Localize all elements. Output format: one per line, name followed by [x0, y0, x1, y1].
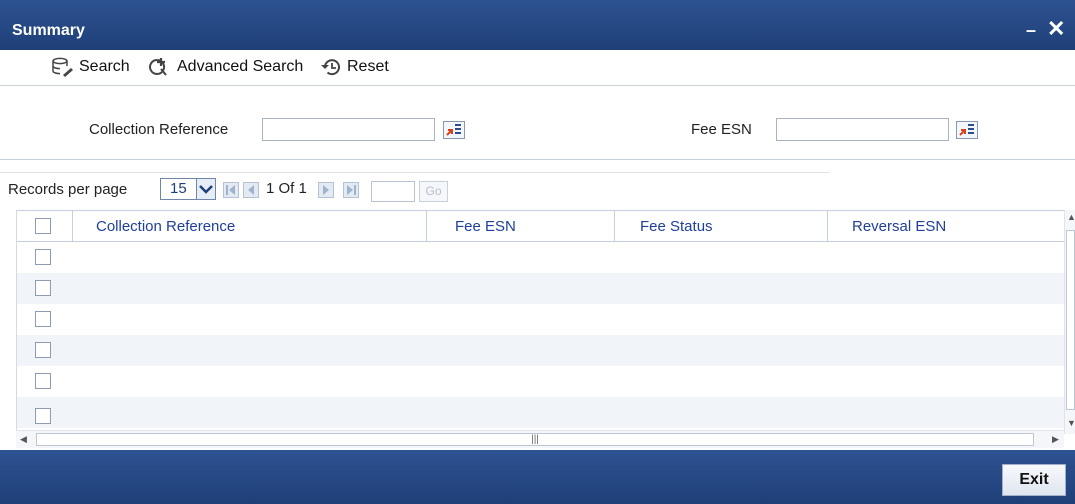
records-per-page-select[interactable]: 15: [160, 178, 216, 200]
table-row[interactable]: [17, 335, 1064, 366]
next-page-icon: [318, 182, 334, 198]
lov-icon: [446, 124, 461, 136]
search-button[interactable]: Search: [52, 57, 130, 77]
scroll-down-icon[interactable]: ▼: [1067, 418, 1075, 428]
window-titlebar: Summary – ✕: [0, 0, 1075, 50]
row-checkbox[interactable]: [35, 373, 51, 389]
last-page-icon: [343, 182, 359, 198]
vertical-scroll-thumb[interactable]: [1066, 230, 1075, 410]
close-button[interactable]: ✕: [1047, 16, 1065, 42]
table-row[interactable]: [17, 273, 1064, 304]
collection-reference-lov-button[interactable]: [443, 121, 465, 139]
row-checkbox[interactable]: [35, 311, 51, 327]
records-per-page-label: Records per page: [8, 180, 128, 198]
horizontal-scrollbar[interactable]: ◀ ||| ▶: [16, 430, 1064, 448]
first-page-button[interactable]: [223, 182, 239, 198]
advanced-search-icon: [148, 57, 172, 77]
table-row[interactable]: [17, 304, 1064, 335]
row-checkbox[interactable]: [35, 342, 51, 358]
row-checkbox[interactable]: [35, 408, 51, 424]
window-title: Summary: [12, 22, 85, 39]
column-header-fee-esn[interactable]: Fee ESN: [427, 211, 615, 242]
fee-esn-lov-button[interactable]: [956, 121, 978, 139]
toolbar: Search Advanced Search Reset: [0, 50, 1075, 86]
search-icon: [52, 57, 74, 77]
column-header-reversal-esn[interactable]: Reversal ESN: [828, 211, 1064, 242]
reset-icon: [320, 57, 342, 77]
page-info: 1 Of 1: [266, 180, 307, 197]
select-all-column: [17, 211, 73, 242]
select-all-checkbox[interactable]: [35, 218, 51, 234]
next-page-button[interactable]: [318, 182, 334, 198]
pager-divider: [0, 172, 830, 173]
pager: Records per page: [8, 178, 127, 200]
last-page-button[interactable]: [343, 182, 359, 198]
results-table: Collection Reference Fee ESN Fee Status …: [16, 210, 1064, 434]
table-row[interactable]: [17, 242, 1064, 273]
reset-label: Reset: [347, 58, 389, 75]
fee-esn-label: Fee ESN: [691, 121, 752, 138]
dropdown-arrow-icon: [195, 179, 215, 199]
table-header: Collection Reference Fee ESN Fee Status …: [17, 210, 1064, 242]
table-row[interactable]: [17, 366, 1064, 397]
row-checkbox[interactable]: [35, 249, 51, 265]
exit-button[interactable]: Exit: [1002, 464, 1066, 496]
search-criteria-panel: Collection Reference Fee ESN: [0, 86, 1075, 160]
vertical-scrollbar[interactable]: ▲ ▼: [1064, 210, 1075, 434]
collection-reference-label: Collection Reference: [89, 121, 229, 138]
prev-page-icon: [243, 182, 259, 198]
first-page-icon: [223, 182, 239, 198]
go-button[interactable]: Go: [419, 181, 448, 202]
horizontal-scroll-thumb[interactable]: |||: [36, 433, 1034, 446]
scroll-right-icon[interactable]: ▶: [1052, 434, 1059, 445]
collection-reference-input[interactable]: [262, 118, 435, 141]
results-grid-area: Records per page 15 1 Of 1 Go Collection…: [0, 160, 1075, 450]
minimize-button[interactable]: –: [1026, 20, 1036, 41]
prev-page-button[interactable]: [243, 182, 259, 198]
column-header-collection-reference[interactable]: Collection Reference: [73, 211, 427, 242]
scroll-up-icon[interactable]: ▲: [1067, 212, 1075, 222]
lov-icon: [959, 124, 974, 136]
footer-bar: Exit: [0, 450, 1075, 504]
row-checkbox[interactable]: [35, 280, 51, 296]
search-label: Search: [79, 58, 130, 75]
goto-page-input[interactable]: [371, 181, 415, 202]
column-header-fee-status[interactable]: Fee Status: [615, 211, 828, 242]
records-per-page-value: 15: [170, 180, 187, 197]
advanced-search-label: Advanced Search: [177, 58, 304, 75]
reset-button[interactable]: Reset: [320, 57, 389, 77]
advanced-search-button[interactable]: Advanced Search: [148, 57, 303, 77]
scroll-left-icon[interactable]: ◀: [20, 434, 27, 445]
table-row[interactable]: [17, 397, 1064, 428]
fee-esn-input[interactable]: [776, 118, 949, 141]
